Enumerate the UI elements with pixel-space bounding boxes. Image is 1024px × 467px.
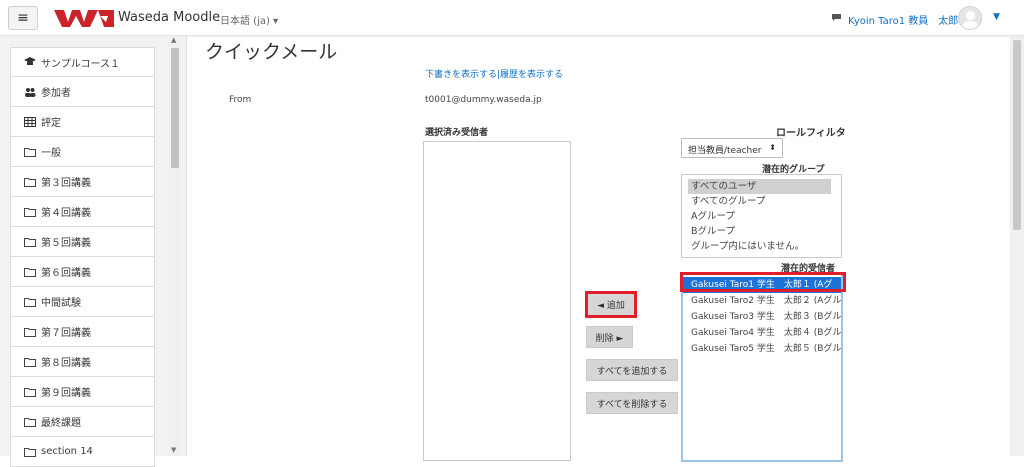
add-all-button[interactable]: すべてを追加する bbox=[586, 359, 678, 381]
drawer-item-label: 最終課題 bbox=[41, 418, 81, 429]
drawer-item-label: 第８回講義 bbox=[41, 358, 91, 369]
users-icon bbox=[23, 86, 37, 98]
potential-recipients-list[interactable]: Gakusei Taro1 学生 太郎１ (Aグ Gakusei Taro2 学生… bbox=[681, 272, 843, 462]
drawer-item[interactable]: 最終課題 bbox=[10, 407, 155, 437]
drawer-scroll-thumb[interactable] bbox=[171, 48, 179, 168]
from-value: t0001@dummy.waseda.jp bbox=[425, 95, 542, 105]
folder-icon bbox=[23, 326, 37, 338]
from-label: From bbox=[229, 95, 252, 105]
add-button[interactable]: ◄ 追加 bbox=[585, 291, 637, 318]
remove-button[interactable]: 削除 ► bbox=[586, 326, 633, 348]
select-arrows-icon: ⬍ bbox=[769, 143, 776, 152]
recipient-option[interactable]: Gakusei Taro2 学生 太郎２ (Aグル bbox=[683, 293, 841, 309]
drawer-item-label: 第７回講義 bbox=[41, 328, 91, 339]
drawer-item[interactable]: 第４回講義 bbox=[10, 197, 155, 227]
drawer-item-label: 第６回講義 bbox=[41, 268, 91, 279]
drawer-item[interactable]: 評定 bbox=[10, 107, 155, 137]
selected-recipients-list[interactable] bbox=[423, 141, 571, 461]
user-avatar[interactable] bbox=[958, 6, 982, 30]
drawer-item[interactable]: 第６回講義 bbox=[10, 257, 155, 287]
grades-table-icon bbox=[23, 116, 37, 128]
drawer-item-label: 第３回講義 bbox=[41, 178, 91, 189]
drawer-list: サンプルコース１ 参加者評定一般第３回講義第４回講義第５回講義第６回講義中間試験第… bbox=[10, 47, 155, 467]
drawer-item[interactable]: 第９回講義 bbox=[10, 377, 155, 407]
selected-recipients-label: 選択済み受信者 bbox=[425, 128, 489, 138]
recipient-option[interactable]: Gakusei Taro1 学生 太郎１ (Aグ bbox=[683, 277, 841, 293]
site-name[interactable]: Waseda Moodle bbox=[118, 10, 220, 25]
remove-all-button[interactable]: すべてを削除する bbox=[586, 392, 678, 414]
drawer-item-label: 中間試験 bbox=[41, 298, 81, 309]
page-title: クイックメール bbox=[205, 41, 338, 63]
drawer-item[interactable]: 第３回講義 bbox=[10, 167, 155, 197]
drawer-item[interactable]: 第５回講義 bbox=[10, 227, 155, 257]
drawer-item-label: 第９回講義 bbox=[41, 388, 91, 399]
group-option[interactable]: Bグループ bbox=[688, 224, 841, 239]
nav-drawer: サンプルコース１ 参加者評定一般第３回講義第４回講義第５回講義第６回講義中間試験第… bbox=[0, 36, 187, 467]
folder-icon bbox=[23, 386, 37, 398]
drawer-toggle-button[interactable]: ≡ bbox=[8, 6, 38, 30]
draft-history-links[interactable]: 下書きを表示する|履歴を表示する bbox=[425, 67, 563, 80]
drawer-item-label: 第４回講義 bbox=[41, 208, 91, 219]
folder-icon bbox=[23, 206, 37, 218]
page-scrollbar[interactable] bbox=[1010, 36, 1024, 456]
folder-icon bbox=[23, 146, 37, 158]
graduation-cap-icon bbox=[23, 56, 37, 68]
navbar: ≡ Waseda Moodle 日本語 (ja) ▾ Kyoin Taro1 教… bbox=[0, 0, 1024, 36]
group-option[interactable]: グループ内にはいません。 bbox=[688, 239, 841, 254]
group-option[interactable]: Aグループ bbox=[688, 209, 841, 224]
caret-down-icon: ▾ bbox=[273, 16, 279, 27]
drawer-scrollbar[interactable]: ▲ ▼ bbox=[169, 36, 181, 456]
recipient-option[interactable]: Gakusei Taro4 学生 太郎４ (Bグル bbox=[683, 325, 841, 341]
scroll-up-icon[interactable]: ▲ bbox=[171, 36, 176, 44]
drawer-item-label: 一般 bbox=[41, 148, 61, 159]
role-filter-select[interactable]: 担当教員/teacher ⬍ bbox=[681, 138, 783, 158]
drawer-item[interactable]: サンプルコース１ bbox=[10, 47, 155, 77]
drawer-item-label: 第５回講義 bbox=[41, 238, 91, 249]
drawer-item[interactable]: 中間試験 bbox=[10, 287, 155, 317]
potential-groups-list[interactable]: すべてのユーザ すべてのグループ Aグループ Bグループ グループ内にはいません。 bbox=[681, 174, 842, 258]
user-menu-name[interactable]: Kyoin Taro1 教員 太郎１ bbox=[848, 12, 968, 27]
recipient-option[interactable]: Gakusei Taro5 学生 太郎５ (Bグル bbox=[683, 341, 841, 357]
drawer-item-label: 参加者 bbox=[41, 88, 71, 99]
recipient-option[interactable]: Gakusei Taro3 学生 太郎３ (Bグル bbox=[683, 309, 841, 325]
language-menu[interactable]: 日本語 (ja) ▾ bbox=[220, 12, 278, 27]
role-filter-label: ロールフィルタ bbox=[776, 128, 846, 139]
folder-icon bbox=[23, 416, 37, 428]
language-label: 日本語 (ja) bbox=[220, 16, 270, 27]
user-menu-caret-icon[interactable]: ▼ bbox=[993, 12, 1000, 22]
page-scroll-thumb[interactable] bbox=[1013, 40, 1021, 230]
drawer-item[interactable]: 第７回講義 bbox=[10, 317, 155, 347]
drawer-item[interactable]: section 14 bbox=[10, 437, 155, 467]
drawer-item-label: 評定 bbox=[41, 118, 61, 129]
group-option[interactable]: すべてのユーザ bbox=[688, 179, 831, 194]
folder-icon bbox=[23, 296, 37, 308]
hamburger-icon: ≡ bbox=[17, 10, 29, 26]
drawer-item[interactable]: 参加者 bbox=[10, 77, 155, 107]
waseda-logo-icon[interactable] bbox=[54, 8, 114, 28]
message-icon[interactable] bbox=[831, 13, 842, 22]
drawer-item-label: section 14 bbox=[41, 446, 93, 457]
drawer-item-label: サンプルコース１ bbox=[41, 58, 120, 70]
group-option[interactable]: すべてのグループ bbox=[688, 194, 841, 209]
folder-icon bbox=[23, 356, 37, 368]
drawer-item[interactable]: 一般 bbox=[10, 137, 155, 167]
folder-icon bbox=[23, 266, 37, 278]
scroll-down-icon[interactable]: ▼ bbox=[171, 446, 176, 454]
folder-icon bbox=[23, 236, 37, 248]
drawer-item[interactable]: 第８回講義 bbox=[10, 347, 155, 377]
role-filter-value: 担当教員/teacher bbox=[688, 146, 762, 156]
folder-icon bbox=[23, 176, 37, 188]
